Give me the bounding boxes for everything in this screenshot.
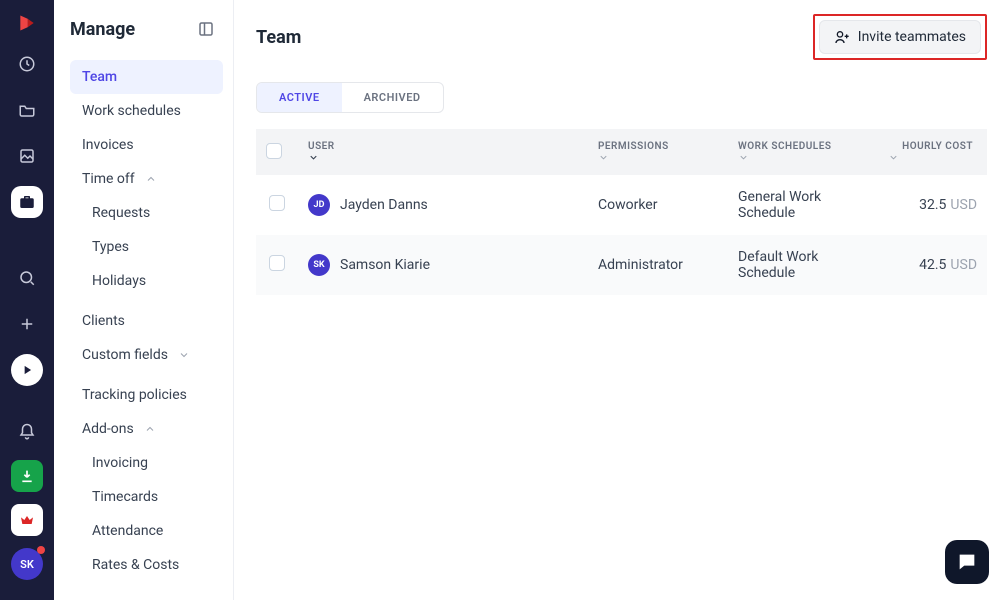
- nav-clients[interactable]: Clients: [70, 304, 223, 338]
- collapse-sidebar-icon[interactable]: [195, 18, 217, 40]
- crown-icon[interactable]: [11, 504, 43, 536]
- col-label: USER: [308, 141, 335, 152]
- nav-timecards[interactable]: Timecards: [70, 480, 223, 514]
- col-hourly-cost[interactable]: HOURLY COST: [878, 129, 987, 175]
- briefcase-icon[interactable]: [11, 186, 43, 218]
- search-icon[interactable]: [11, 262, 43, 294]
- select-all-checkbox[interactable]: [266, 143, 282, 159]
- tab-active[interactable]: ACTIVE: [257, 83, 342, 112]
- chevron-up-icon: [145, 173, 157, 185]
- nav-label: Tracking policies: [82, 387, 187, 403]
- user-avatar-icon: JD: [308, 194, 330, 216]
- col-label: WORK SCHEDULES: [738, 141, 831, 152]
- user-avatar-icon: SK: [308, 254, 330, 276]
- play-icon[interactable]: [11, 354, 43, 386]
- invite-highlight: Invite teammates: [813, 14, 987, 60]
- nav-label: Holidays: [92, 273, 146, 289]
- nav-addons[interactable]: Add-ons: [70, 412, 223, 446]
- table-row[interactable]: SK Samson Kiarie AdministratorDefault Work…: [256, 235, 987, 295]
- permission-cell: Coworker: [588, 175, 728, 235]
- user-name: Samson Kiarie: [340, 257, 430, 273]
- nav-label: Attendance: [92, 523, 163, 539]
- tab-label: ARCHIVED: [364, 91, 421, 104]
- user-plus-icon: [834, 29, 850, 45]
- recent-icon[interactable]: [11, 48, 43, 80]
- nav-label: Invoicing: [92, 455, 148, 471]
- col-user[interactable]: USER: [298, 129, 588, 175]
- nav-invoices[interactable]: Invoices: [70, 128, 223, 162]
- tab-label: ACTIVE: [279, 91, 320, 104]
- folder-icon[interactable]: [11, 94, 43, 126]
- cost-cell: 42.5USD: [878, 235, 987, 295]
- nav-team[interactable]: Team: [70, 60, 223, 94]
- nav-tracking-policies[interactable]: Tracking policies: [70, 378, 223, 412]
- nav-label: Clients: [82, 313, 125, 329]
- nav-attendance[interactable]: Attendance: [70, 514, 223, 548]
- team-table: USER PERMISSIONS WORK SCHEDULES HOURLY C…: [256, 129, 987, 295]
- user-cell: JD Jayden Danns: [308, 194, 578, 216]
- cost-cell: 32.5USD: [878, 175, 987, 235]
- app-logo-icon[interactable]: [16, 12, 38, 34]
- chevron-down-icon: [888, 152, 977, 163]
- col-label: PERMISSIONS: [598, 141, 669, 152]
- invite-label: Invite teammates: [858, 29, 966, 45]
- nav-time-off[interactable]: Time off: [70, 162, 223, 196]
- nav-types[interactable]: Types: [70, 230, 223, 264]
- download-icon[interactable]: [11, 460, 43, 492]
- chevron-up-icon: [144, 423, 156, 435]
- tab-archived[interactable]: ARCHIVED: [342, 83, 443, 112]
- bell-icon[interactable]: [11, 416, 43, 448]
- tabs: ACTIVE ARCHIVED: [256, 82, 444, 113]
- table-row[interactable]: JD Jayden Danns CoworkerGeneral Work Sched…: [256, 175, 987, 235]
- col-permissions[interactable]: PERMISSIONS: [588, 129, 728, 175]
- col-label: HOURLY COST: [902, 141, 973, 152]
- row-checkbox[interactable]: [269, 255, 285, 271]
- nav-label: Time off: [82, 171, 135, 187]
- chevron-down-icon: [178, 349, 190, 361]
- row-checkbox[interactable]: [269, 195, 285, 211]
- nav-label: Custom fields: [82, 347, 168, 363]
- sidebar: Manage Team Work schedules Invoices Time…: [54, 0, 234, 600]
- invite-teammates-button[interactable]: Invite teammates: [819, 20, 981, 54]
- col-checkbox: [256, 129, 298, 175]
- chevron-down-icon: [308, 152, 578, 163]
- user-cell: SK Samson Kiarie: [308, 254, 578, 276]
- nav-label: Rates & Costs: [92, 557, 179, 573]
- nav-holidays[interactable]: Holidays: [70, 264, 223, 298]
- nav-invoicing[interactable]: Invoicing: [70, 446, 223, 480]
- nav-label: Team: [82, 69, 117, 85]
- user-name: Jayden Danns: [340, 197, 428, 213]
- chevron-down-icon: [598, 152, 718, 163]
- nav-requests[interactable]: Requests: [70, 196, 223, 230]
- col-work-schedules[interactable]: WORK SCHEDULES: [728, 129, 878, 175]
- nav-label: Requests: [92, 205, 150, 221]
- nav-label: Invoices: [82, 137, 134, 153]
- nav-work-schedules[interactable]: Work schedules: [70, 94, 223, 128]
- user-avatar[interactable]: SK: [11, 548, 43, 580]
- chevron-down-icon: [738, 152, 868, 163]
- nav-custom-fields[interactable]: Custom fields: [70, 338, 223, 372]
- help-chat-button[interactable]: [945, 540, 989, 584]
- schedule-cell: General Work Schedule: [728, 175, 878, 235]
- nav-label: Types: [92, 239, 129, 255]
- icon-rail: SK: [0, 0, 54, 600]
- permission-cell: Administrator: [588, 235, 728, 295]
- page-title: Team: [256, 27, 301, 48]
- main-content: Team Invite teammates ACTIVE ARCHIVED US…: [234, 0, 1005, 600]
- nav-label: Timecards: [92, 489, 158, 505]
- sidebar-title: Manage: [70, 19, 135, 40]
- schedule-cell: Default Work Schedule: [728, 235, 878, 295]
- avatar-initials: SK: [20, 558, 34, 571]
- plus-icon[interactable]: [11, 308, 43, 340]
- nav-label: Work schedules: [82, 103, 181, 119]
- nav-rates-costs[interactable]: Rates & Costs: [70, 548, 223, 582]
- image-icon[interactable]: [11, 140, 43, 172]
- nav-label: Add-ons: [82, 421, 134, 437]
